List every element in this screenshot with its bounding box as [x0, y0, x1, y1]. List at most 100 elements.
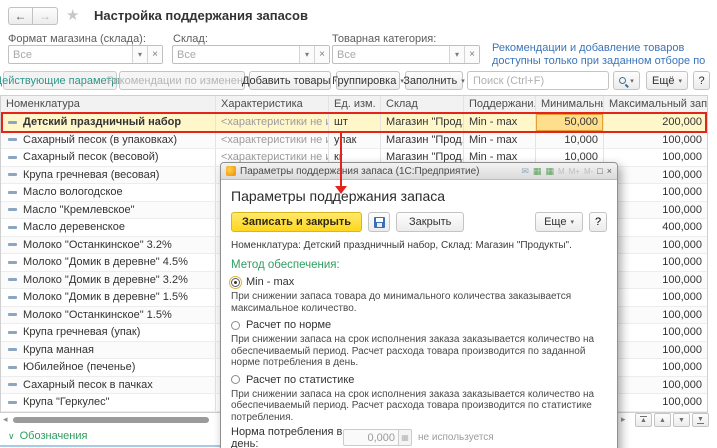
table-cell: Масло деревенское [1, 219, 216, 236]
column-header-method[interactable]: Поддержани... [464, 96, 536, 113]
fill-label: Заполнить [403, 75, 457, 87]
clear-icon[interactable]: × [314, 46, 329, 63]
column-header-nomenclature[interactable]: Номенклатура [1, 96, 216, 113]
grouping-button[interactable]: Группировка▾ [336, 71, 400, 90]
app-window: ← → ★ Настройка поддержания запасов Форм… [0, 0, 717, 448]
calc-icon[interactable]: ▦ [398, 429, 412, 446]
active-params-button[interactable]: Действующие параметры [3, 71, 117, 90]
row-status-icon [8, 383, 17, 386]
chevron-down-icon: ▾ [461, 77, 465, 85]
dialog-heading: Параметры поддержания запаса [231, 188, 607, 204]
radio-icon [231, 375, 240, 384]
dialog-titlebar[interactable]: Параметры поддержания запаса (1С:Предпри… [221, 163, 617, 180]
radio-min-max[interactable]: Min - max [231, 276, 607, 288]
dialog-help-button[interactable]: ? [589, 212, 607, 232]
search-box[interactable]: × [467, 71, 609, 90]
help-button[interactable]: ? [693, 71, 710, 90]
clear-icon[interactable]: × [147, 46, 162, 63]
radio-by-statistics[interactable]: Расчет по статистике [231, 374, 607, 386]
search-options-button[interactable]: ▾ [613, 71, 640, 90]
save-button[interactable] [368, 212, 390, 232]
up-icon: ▲ [659, 417, 666, 424]
filter-category-input[interactable] [333, 46, 449, 63]
close-icon[interactable]: × [607, 166, 612, 176]
down-icon: ▼ [678, 417, 685, 424]
radio-icon [231, 321, 240, 330]
send-icon[interactable]: ✉ [521, 166, 529, 177]
fill-button[interactable]: Заполнить ▾ [405, 71, 463, 90]
close-button[interactable]: Закрыть [396, 212, 464, 232]
filter-format-input[interactable] [9, 46, 132, 63]
table-cell: Молоко "Домик в деревне" 4.5% [1, 254, 216, 271]
up-icon: ▲ [640, 416, 647, 424]
filter-label-category: Товарная категория: [332, 33, 436, 45]
table-cell: 100,000 [604, 394, 707, 411]
chevron-down-icon[interactable]: ▾ [132, 46, 147, 63]
back-button[interactable]: ← [8, 7, 33, 25]
grouping-label: Группировка [332, 75, 396, 87]
legend-label: Обозначения [20, 430, 88, 442]
hscroll-thumb[interactable] [13, 417, 209, 423]
column-header-characteristic[interactable]: Характеристика [216, 96, 329, 113]
filter-sklad-combo[interactable]: ▾ × [172, 45, 330, 64]
favorite-star-icon[interactable]: ★ [66, 6, 79, 24]
row-status-icon [8, 191, 17, 194]
table-cell: 100,000 [604, 342, 707, 359]
table-cell: 400,000 [604, 219, 707, 236]
forward-button[interactable]: → [33, 7, 58, 25]
column-header-max[interactable]: Максимальный запас [604, 96, 707, 113]
row-status-icon [8, 156, 17, 159]
radio-label: Расчет по статистике [246, 374, 354, 386]
column-header-unit[interactable]: Ед. изм. [329, 96, 381, 113]
radio-icon [231, 278, 240, 287]
more-button[interactable]: Ещё▾ [646, 71, 688, 90]
table-cell: Молоко "Домик в деревне" 3.2% [1, 272, 216, 289]
legend-link[interactable]: ∨ Обозначения [8, 430, 87, 442]
memory-recall-button: M [558, 167, 565, 176]
chevron-down-icon[interactable]: ▾ [449, 46, 464, 63]
table-cell: Крупа "Геркулес" [1, 394, 216, 411]
column-header-min[interactable]: Минимальный запас [536, 96, 604, 113]
row-status-icon [8, 243, 17, 246]
dialog-subtitle: Номенклатура: Детский праздничный набор,… [231, 240, 607, 251]
chevron-down-icon: ▾ [630, 77, 634, 85]
row-status-icon [8, 138, 17, 141]
filter-category-combo[interactable]: ▾ × [332, 45, 480, 64]
norm-input[interactable] [343, 429, 398, 446]
column-header-sklad[interactable]: Склад [381, 96, 464, 113]
calculator-icon[interactable]: ▦ [545, 166, 554, 177]
table-cell: Сахарный песок (в упаковках) [1, 132, 216, 149]
table-cell: 100,000 [604, 289, 707, 306]
filter-sklad-input[interactable] [173, 46, 299, 63]
search-icon [619, 77, 626, 84]
hscroll-right-icon[interactable]: ▸ [621, 414, 626, 425]
table-row[interactable]: Сахарный песок (в упаковках)<характерист… [1, 132, 707, 150]
table-cell: Min - max [464, 114, 536, 131]
table-cell: Крупа гречневая (весовая) [1, 167, 216, 184]
table-cell: 100,000 [604, 272, 707, 289]
radio-label: Расчет по норме [246, 319, 331, 331]
add-products-button[interactable]: Добавить товары▾ [249, 71, 331, 90]
save-and-close-button[interactable]: Записать и закрыть [231, 212, 362, 232]
radio-by-norm[interactable]: Расчет по норме [231, 319, 607, 331]
dialog-more-button[interactable]: Еще▾ [535, 212, 583, 232]
filter-format-combo[interactable]: ▾ × [8, 45, 163, 64]
maximize-icon[interactable]: □ [597, 166, 602, 176]
table-header: Номенклатура Характеристика Ед. изм. Скл… [1, 96, 707, 114]
field-label: Норма потребления в день: [231, 426, 343, 448]
scroll-up-button[interactable]: ▲ [654, 413, 671, 427]
search-input[interactable] [468, 72, 620, 89]
table-cell: 100,000 [604, 184, 707, 201]
dialog-title: Параметры поддержания запаса (1С:Предпри… [240, 166, 517, 177]
chevron-down-icon[interactable]: ▾ [299, 46, 314, 63]
scroll-bottom-button[interactable]: ▼ [692, 413, 709, 427]
table-cell: Масло вологодское [1, 184, 216, 201]
hscroll-left-icon[interactable]: ◂ [3, 414, 8, 425]
calendar-icon[interactable]: ▦ [533, 166, 542, 177]
clear-icon[interactable]: × [464, 46, 479, 63]
table-cell: 100,000 [604, 307, 707, 324]
scroll-down-button[interactable]: ▼ [673, 413, 690, 427]
table-row[interactable]: Детский праздничный набор<характеристики… [1, 114, 707, 132]
chevron-down-icon: ∨ [8, 431, 15, 442]
scroll-top-button[interactable]: ▲ [635, 413, 652, 427]
